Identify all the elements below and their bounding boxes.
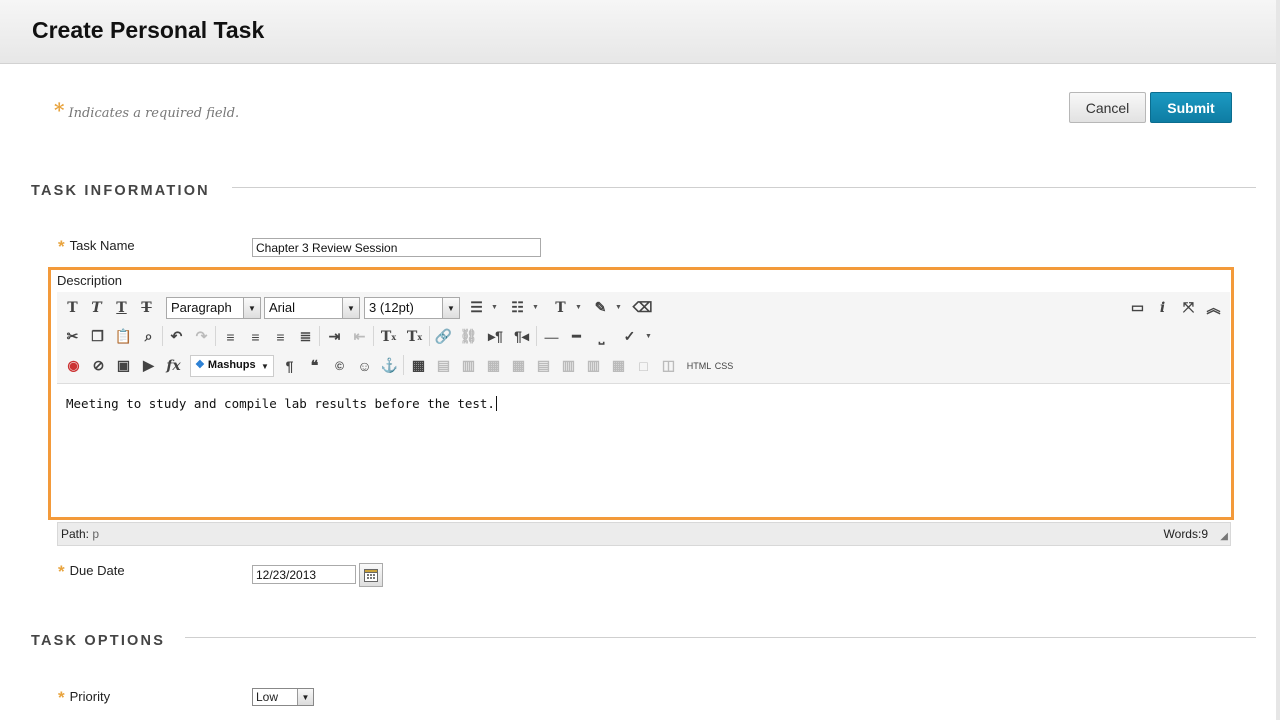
required-note-text: Indicates a required field. bbox=[68, 106, 240, 121]
cancel-button[interactable]: Cancel bbox=[1069, 92, 1146, 123]
task-name-label: * Task Name bbox=[58, 237, 135, 256]
due-date-input[interactable]: 12/23/2013 bbox=[252, 565, 356, 584]
chevron-down-icon: ▼ bbox=[297, 689, 313, 705]
due-date-label: * Due Date bbox=[58, 562, 125, 581]
editor-status-bar: Path: p Words:9 ◢ bbox=[57, 522, 1231, 546]
resize-handle-icon[interactable]: ◢ bbox=[1220, 531, 1228, 542]
priority-label: * Priority bbox=[58, 688, 111, 707]
section-title-task-options: TASK OPTIONS bbox=[31, 633, 166, 649]
word-count: Words:9 bbox=[1163, 527, 1208, 541]
submit-button[interactable]: Submit bbox=[1150, 92, 1232, 123]
priority-select[interactable]: Low ▼ bbox=[252, 688, 314, 706]
required-star-icon: * bbox=[58, 237, 65, 256]
calendar-icon bbox=[364, 569, 378, 582]
calendar-button[interactable] bbox=[359, 563, 383, 587]
section-divider bbox=[232, 187, 1256, 188]
task-name-input[interactable]: Chapter 3 Review Session bbox=[252, 238, 541, 257]
required-star-icon: * bbox=[54, 98, 65, 122]
required-star-icon: * bbox=[58, 562, 65, 581]
page-title: Create Personal Task bbox=[32, 17, 265, 43]
description-highlight-box bbox=[48, 267, 1234, 520]
section-title-task-information: TASK INFORMATION bbox=[31, 183, 210, 199]
required-field-note: * Indicates a required field. bbox=[54, 98, 239, 122]
window-scrollbar[interactable] bbox=[1276, 0, 1280, 720]
section-divider bbox=[185, 637, 1256, 638]
path-label: Path: p bbox=[61, 527, 100, 541]
required-star-icon: * bbox=[58, 688, 65, 707]
